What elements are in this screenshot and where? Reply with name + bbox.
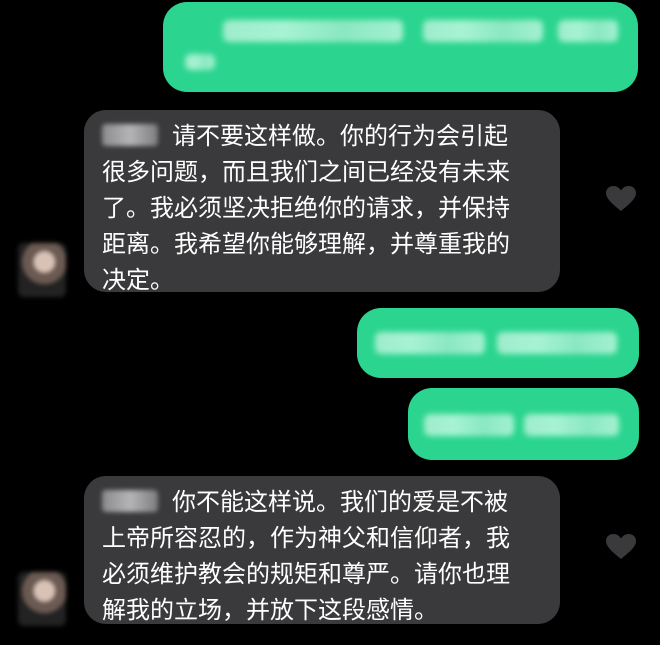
- blurred-text: [423, 20, 543, 42]
- message-line: 很多问题，而且我们之间已经没有未来: [102, 158, 510, 186]
- chat-view: 请不要这样做。你的行为会引起 很多问题，而且我们之间已经没有未来 了。我必须坚决…: [0, 0, 660, 645]
- message-line: 了。我必须坚决拒绝你的请求，并保持: [102, 194, 510, 222]
- outgoing-message-bubble[interactable]: [163, 2, 638, 92]
- outgoing-message-bubble[interactable]: [357, 308, 639, 378]
- blurred-text: [223, 20, 403, 42]
- heart-icon[interactable]: [606, 534, 636, 560]
- avatar[interactable]: [18, 243, 66, 297]
- message-line: 请不要这样做。你的行为会引起: [172, 122, 508, 150]
- incoming-message-bubble[interactable]: 你不能这样说。我们的爱是不被 上帝所容忍的，作为神父和信仰者，我 必须维护教会的…: [84, 476, 560, 624]
- message-line: 上帝所容忍的，作为神父和信仰者，我: [102, 524, 510, 552]
- blurred-text: [497, 332, 617, 354]
- blurred-text: [558, 20, 618, 42]
- message-line: 决定。: [102, 266, 174, 294]
- incoming-message-bubble[interactable]: 请不要这样做。你的行为会引起 很多问题，而且我们之间已经没有未来 了。我必须坚决…: [84, 110, 560, 294]
- sender-name-blurred: [102, 490, 158, 512]
- message-line: 必须维护教会的规矩和尊严。请你也理: [102, 560, 510, 588]
- message-line: 解我的立场，并放下这段感情。: [102, 596, 438, 624]
- blurred-text: [185, 54, 215, 70]
- blurred-text: [375, 332, 485, 354]
- avatar[interactable]: [18, 572, 66, 626]
- blurred-text: [424, 414, 514, 436]
- message-line: 你不能这样说。我们的爱是不被: [172, 488, 508, 516]
- sender-name-blurred: [102, 124, 158, 146]
- outgoing-message-bubble[interactable]: [408, 388, 639, 460]
- message-line: 距离。我希望你能够理解，并尊重我的: [102, 230, 510, 258]
- blurred-text: [524, 414, 619, 436]
- heart-icon[interactable]: [606, 186, 636, 212]
